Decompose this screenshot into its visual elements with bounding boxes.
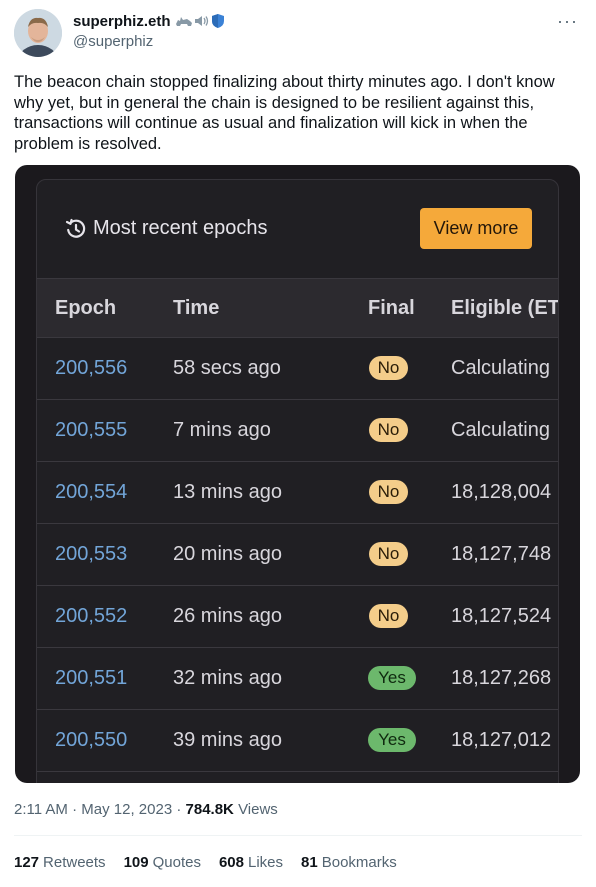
table-row: 200,556 58 secs ago No Calculating [37,338,558,400]
time-cell: 39 mins ago [173,729,282,751]
rhino-icon [175,17,192,26]
table-row: 200,553 20 mins ago No 18,127,748 [37,524,558,586]
time-cell: 20 mins ago [173,543,282,565]
epochs-card: Most recent epochs View more Epoch Time … [36,179,559,783]
divider [14,835,582,836]
epoch-link[interactable]: 200,552 [55,605,127,628]
meta-separator: · [72,801,82,818]
time-cell: 7 mins ago [173,419,271,441]
table-row: 200,555 7 mins ago No Calculating [37,400,558,462]
card-title-text: Most recent epochs [93,217,268,239]
eligible-cell: 18,128,004 [451,481,552,503]
view-more-button[interactable]: View more [420,208,532,249]
final-badge: No [369,418,408,442]
stat-count: 81 [301,854,318,871]
epoch-link[interactable]: 200,554 [55,481,127,504]
eligible-cell: Calculating [451,357,550,379]
epoch-link[interactable]: 200,551 [55,667,127,690]
views-count: 784.8K [185,801,234,818]
avatar[interactable] [14,9,62,57]
eligible-cell: 18,127,268 [451,667,552,689]
time-cell: 32 mins ago [173,667,282,689]
handle[interactable]: @superphiz [73,33,225,50]
eligible-cell: Calculating [451,419,550,441]
final-badge: No [369,604,408,628]
eligible-cell: 18,127,748 [451,543,552,565]
time-cell: 13 mins ago [173,481,282,503]
column-header-final[interactable]: Final [368,297,415,320]
history-icon [65,218,87,240]
tweet-meta: 2:11 AM · May 12, 2023 · 784.8K Views [14,801,278,818]
table-row: 200,554 13 mins ago No 18,128,004 [37,462,558,524]
stat-label: Quotes [152,854,201,871]
stat-count: 127 [14,854,40,871]
epoch-link[interactable]: 200,550 [55,729,127,752]
table-row: 200,551 32 mins ago Yes 18,127,268 [37,648,558,710]
display-name-row: superphiz.eth [73,11,225,31]
stat-bookmarks[interactable]: 81 Bookmarks [301,854,397,871]
eligible-cell: 18,127,012 [451,729,552,751]
final-badge: No [369,480,408,504]
avatar-image [14,9,62,57]
final-badge: No [369,356,408,380]
stat-label: Likes [248,854,284,871]
name-emoji [175,13,225,29]
card-title: Most recent epochs [65,217,268,240]
table-header: Epoch Time Final Eligible (ET [37,278,558,338]
stat-likes[interactable]: 608 Likes [219,854,283,871]
tweet-time[interactable]: 2:11 AM [14,801,68,818]
tweet-stats: 127 Retweets 109 Quotes 608 Likes 81 Bookmar… [14,854,415,871]
display-name[interactable]: superphiz.eth [73,13,171,30]
column-header-time[interactable]: Time [173,297,219,320]
column-header-eligible[interactable]: Eligible (ET [451,297,558,320]
eligible-cell: 18,127,524 [451,605,552,627]
epoch-link[interactable]: 200,556 [55,357,127,380]
tweet-text: The beacon chain stopped finalizing abou… [14,73,555,153]
more-horizontal-icon[interactable]: ··· [557,11,578,32]
column-header-epoch[interactable]: Epoch [55,297,116,320]
shield-icon [211,14,224,28]
tweet-date[interactable]: May 12, 2023 [81,801,172,818]
tweet-header: superphiz.eth @superphiz ··· [14,9,582,59]
time-cell: 26 mins ago [173,605,282,627]
tweet-media-image[interactable]: Most recent epochs View more Epoch Time … [15,165,580,783]
epoch-link[interactable]: 200,555 [55,419,127,442]
card-header: Most recent epochs View more [37,180,558,278]
final-badge: Yes [368,666,416,690]
stat-count: 608 [218,854,244,871]
epoch-link[interactable]: 200,553 [55,543,127,566]
stat-label: Bookmarks [321,854,397,871]
stat-label: Retweets [43,854,106,871]
stat-quotes[interactable]: 109 Quotes [124,854,201,871]
final-badge: No [369,542,408,566]
final-badge: Yes [368,728,416,752]
author-names: superphiz.eth @superphiz [73,11,225,50]
speaker-icon [194,16,208,26]
meta-separator: · [176,801,186,818]
table-row: 200,552 26 mins ago No 18,127,524 [37,586,558,648]
stat-count: 109 [123,854,149,871]
stat-retweets[interactable]: 127 Retweets [14,854,106,871]
time-cell: 58 secs ago [173,357,281,379]
table-row: 200,550 39 mins ago Yes 18,127,012 [37,710,558,772]
views-label: Views [238,801,278,818]
